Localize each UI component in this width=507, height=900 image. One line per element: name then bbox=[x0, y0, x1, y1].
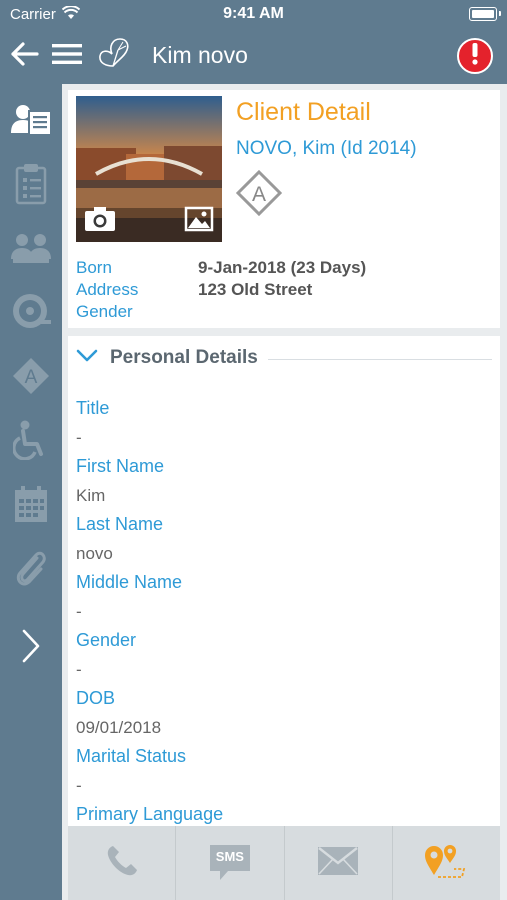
sms-label: SMS bbox=[215, 849, 244, 864]
last-name-label: Last Name bbox=[76, 514, 164, 534]
rail-allergy[interactable]: A bbox=[0, 350, 62, 406]
primary-language-label: Primary Language bbox=[76, 804, 224, 824]
marital-status-value: - bbox=[76, 776, 82, 795]
page-title: Kim novo bbox=[152, 42, 248, 68]
address-label: Address bbox=[76, 280, 139, 299]
middle-name-label: Middle Name bbox=[76, 572, 183, 592]
phone-icon bbox=[105, 844, 139, 883]
rail-client-detail[interactable] bbox=[0, 94, 62, 150]
directions-button[interactable] bbox=[391, 826, 500, 900]
gender-field-value: - bbox=[76, 660, 82, 679]
clock: 9:41 AM bbox=[223, 5, 284, 22]
personal-details-card: Personal Details Title - First Name Kim … bbox=[68, 336, 500, 836]
born-row: Born 9-Jan-2018 (23 Days) bbox=[76, 258, 366, 278]
section-divider bbox=[267, 358, 492, 360]
main-content: Client Detail NOVO, Kim (Id 2014) A Born… bbox=[62, 84, 507, 900]
chevron-down-icon bbox=[76, 349, 98, 368]
address-row: Address 123 Old Street bbox=[76, 280, 312, 300]
email-button[interactable] bbox=[283, 826, 392, 900]
alert-button[interactable] bbox=[457, 38, 493, 74]
personal-details-header[interactable]: Personal Details bbox=[76, 336, 492, 380]
address-value: 123 Old Street bbox=[198, 280, 313, 299]
rail-alarm[interactable] bbox=[0, 286, 62, 342]
allergy-badge-icon: A bbox=[235, 169, 283, 217]
rail-attachments[interactable] bbox=[0, 542, 62, 598]
chevron-right-icon bbox=[21, 628, 41, 669]
call-button[interactable] bbox=[68, 826, 175, 900]
first-name-label: First Name bbox=[76, 456, 165, 476]
side-rail: A bbox=[0, 84, 62, 900]
rail-expand-button[interactable] bbox=[0, 620, 62, 676]
map-route-icon bbox=[424, 841, 468, 886]
gender-label: Gender bbox=[76, 302, 133, 321]
people-icon bbox=[9, 231, 53, 270]
client-photo bbox=[76, 96, 222, 242]
section-title: Personal Details bbox=[110, 347, 258, 368]
app-logo bbox=[94, 28, 134, 84]
born-label: Born bbox=[76, 258, 112, 277]
gender-field-label: Gender bbox=[76, 630, 137, 650]
client-name-id: NOVO, Kim (Id 2014) bbox=[236, 138, 417, 159]
menu-button[interactable] bbox=[50, 28, 84, 84]
rail-people[interactable] bbox=[0, 222, 62, 278]
middle-name-value: - bbox=[76, 602, 82, 621]
marital-status-label: Marital Status bbox=[76, 746, 187, 766]
rail-accessibility[interactable] bbox=[0, 414, 62, 470]
butterfly-logo-icon bbox=[96, 36, 132, 77]
first-name-value: Kim bbox=[76, 486, 106, 505]
svg-text:A: A bbox=[25, 367, 38, 388]
gender-row: Gender bbox=[76, 302, 198, 322]
dob-value: 09/01/2018 bbox=[76, 718, 162, 737]
bottom-toolbar: SMS bbox=[68, 826, 500, 900]
sms-icon: SMS bbox=[208, 843, 252, 883]
paperclip-icon bbox=[13, 548, 49, 593]
rail-calendar[interactable] bbox=[0, 478, 62, 534]
client-summary-card: Client Detail NOVO, Kim (Id 2014) A Born… bbox=[68, 90, 500, 328]
camera-icon[interactable] bbox=[84, 206, 116, 237]
client-detail-icon bbox=[10, 103, 52, 142]
status-bar: Carrier 9:41 AM bbox=[0, 0, 507, 28]
back-button[interactable] bbox=[6, 28, 42, 84]
back-arrow-icon bbox=[9, 41, 39, 72]
checklist-icon bbox=[15, 163, 47, 210]
wheelchair-icon bbox=[12, 420, 49, 465]
calendar-icon bbox=[14, 485, 48, 528]
last-name-value: novo bbox=[76, 544, 113, 563]
born-value: 9-Jan-2018 (23 Days) bbox=[198, 258, 367, 277]
dob-label: DOB bbox=[76, 688, 116, 708]
title-value: - bbox=[76, 428, 82, 447]
nav-bar: Kim novo bbox=[0, 28, 507, 84]
client-detail-heading: Client Detail bbox=[236, 98, 371, 126]
gallery-icon[interactable] bbox=[184, 206, 214, 237]
battery-icon bbox=[469, 7, 501, 21]
rail-checklist[interactable] bbox=[0, 158, 62, 214]
svg-text:A: A bbox=[252, 183, 266, 206]
alert-icon bbox=[471, 42, 479, 70]
title-label: Title bbox=[76, 398, 110, 418]
mail-icon bbox=[317, 846, 359, 881]
sms-button[interactable]: SMS bbox=[175, 826, 283, 900]
alarm-bell-icon bbox=[11, 292, 51, 337]
allergy-a-icon: A bbox=[11, 356, 51, 401]
hamburger-menu-icon bbox=[52, 42, 82, 71]
